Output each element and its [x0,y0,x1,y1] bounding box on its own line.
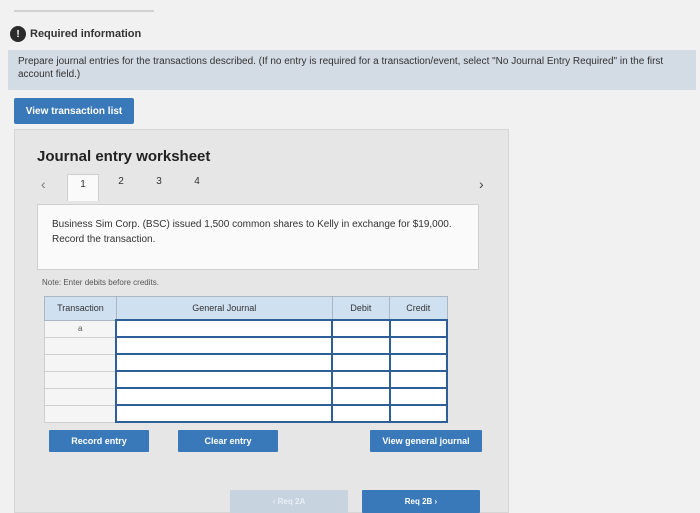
table-row [44,336,449,355]
prev-requirement-label: Req 2A [277,497,306,506]
transaction-cell [44,353,117,372]
record-entry-button[interactable]: Record entry [49,430,149,452]
transaction-cell [44,370,117,389]
transaction-cell [44,387,117,406]
top-divider [14,10,154,12]
worksheet-title: Journal entry worksheet [37,148,211,165]
account-select[interactable] [115,370,334,389]
view-general-journal-button[interactable]: View general journal [370,430,482,452]
next-requirement-label: Req 2B [404,497,433,506]
clear-entry-button[interactable]: Clear entry [178,430,278,452]
account-select[interactable] [115,319,334,338]
account-select[interactable] [115,387,334,406]
debit-input[interactable] [331,353,391,372]
debit-input[interactable] [331,336,391,355]
header-credit: Credit [389,296,448,321]
account-select[interactable] [115,336,334,355]
credit-input[interactable] [388,336,449,355]
header-debit: Debit [331,296,391,321]
credit-input[interactable] [388,353,449,372]
credit-input[interactable] [388,319,449,338]
table-row [44,353,449,372]
account-select[interactable] [115,404,334,423]
tab-1[interactable]: 1 [67,174,99,201]
table-row: a [44,319,449,338]
note-text: Note: Enter debits before credits. [42,278,159,287]
required-info-header: ! Required information [10,22,141,46]
debit-input[interactable] [331,370,391,389]
credit-input[interactable] [388,404,449,423]
tab-2[interactable]: 2 [111,176,131,187]
transaction-cell [44,404,117,423]
tab-4[interactable]: 4 [187,176,207,187]
account-select[interactable] [115,353,334,372]
chevron-right-icon[interactable]: › [479,176,484,192]
credit-input[interactable] [388,370,449,389]
table-row [44,404,449,423]
credit-input[interactable] [388,387,449,406]
header-general-journal: General Journal [115,296,333,321]
prev-requirement-button[interactable]: ‹ Req 2A [230,490,348,513]
table-row [44,370,449,389]
header-transaction: Transaction [44,296,117,321]
debit-input[interactable] [331,404,391,423]
journal-table: Transaction General Journal Debit Credit… [44,296,449,423]
transaction-cell: a [44,319,117,338]
journal-worksheet: Journal entry worksheet ‹ 1 2 3 4 › Busi… [14,129,509,513]
transaction-cell [44,336,117,355]
transaction-description: Business Sim Corp. (BSC) issued 1,500 co… [37,204,479,270]
alert-icon: ! [10,26,26,42]
debit-input[interactable] [331,319,391,338]
instructions-text: Prepare journal entries for the transact… [8,50,696,90]
table-row [44,387,449,406]
chevron-right-icon: › [432,497,438,506]
next-requirement-button[interactable]: Req 2B › [362,490,480,513]
tab-3[interactable]: 3 [149,176,169,187]
view-transaction-list-button[interactable]: View transaction list [14,98,134,124]
required-info-title: Required information [30,28,142,40]
chevron-left-icon[interactable]: ‹ [41,176,46,192]
debit-input[interactable] [331,387,391,406]
